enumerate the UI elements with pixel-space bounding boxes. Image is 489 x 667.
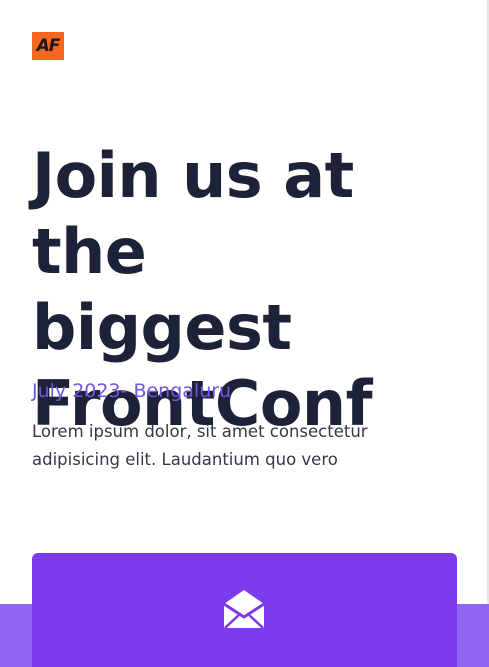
brand-logo-text: AF: [36, 36, 61, 56]
envelope-open-icon: [223, 590, 265, 629]
brand-logo[interactable]: AF: [32, 32, 64, 60]
hero-title-line-2: biggest: [32, 291, 292, 364]
hero-description: Lorem ipsum dolor, sit amet consectetur …: [32, 422, 368, 469]
newsletter-card: [32, 553, 457, 667]
event-date-location: July 2023- Bengaluru: [32, 380, 232, 402]
hero-title-line-1: Join us at the: [32, 139, 354, 288]
